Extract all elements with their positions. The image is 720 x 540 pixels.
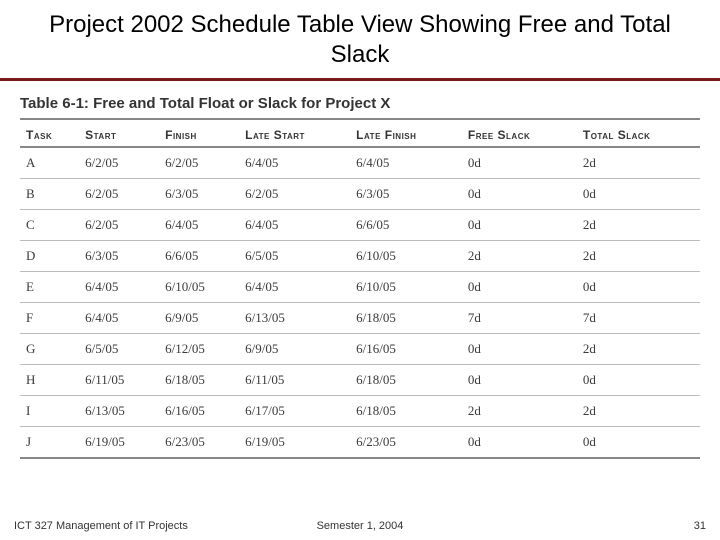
cell-task: G <box>20 334 79 365</box>
cell-start: 6/11/05 <box>79 365 159 396</box>
table-row: G6/5/056/12/056/9/056/16/050d2d <box>20 334 700 365</box>
cell-total-slack: 2d <box>577 210 700 241</box>
cell-late-finish: 6/18/05 <box>350 396 462 427</box>
table-row: I6/13/056/16/056/17/056/18/052d2d <box>20 396 700 427</box>
footer-left: ICT 327 Management of IT Projects <box>14 520 188 532</box>
table-row: E6/4/056/10/056/4/056/10/050d0d <box>20 272 700 303</box>
cell-finish: 6/3/05 <box>159 179 239 210</box>
col-late-finish: Late Finish <box>350 124 462 147</box>
cell-total-slack: 2d <box>577 241 700 272</box>
cell-late-start: 6/4/05 <box>239 210 350 241</box>
cell-task: B <box>20 179 79 210</box>
cell-free-slack: 0d <box>462 427 577 459</box>
footer-center: Semester 1, 2004 <box>317 520 404 532</box>
cell-finish: 6/18/05 <box>159 365 239 396</box>
cell-free-slack: 0d <box>462 272 577 303</box>
cell-free-slack: 0d <box>462 147 577 179</box>
cell-task: F <box>20 303 79 334</box>
cell-total-slack: 7d <box>577 303 700 334</box>
table-row: F6/4/056/9/056/13/056/18/057d7d <box>20 303 700 334</box>
cell-free-slack: 2d <box>462 396 577 427</box>
cell-late-finish: 6/4/05 <box>350 147 462 179</box>
cell-total-slack: 2d <box>577 147 700 179</box>
table-row: A6/2/056/2/056/4/056/4/050d2d <box>20 147 700 179</box>
table-caption: Table 6-1: Free and Total Float or Slack… <box>20 95 700 112</box>
col-finish: Finish <box>159 124 239 147</box>
cell-free-slack: 0d <box>462 334 577 365</box>
cell-finish: 6/16/05 <box>159 396 239 427</box>
cell-total-slack: 2d <box>577 396 700 427</box>
cell-total-slack: 0d <box>577 272 700 303</box>
cell-task: H <box>20 365 79 396</box>
slide-title: Project 2002 Schedule Table View Showing… <box>0 0 720 78</box>
cell-late-start: 6/13/05 <box>239 303 350 334</box>
cell-start: 6/13/05 <box>79 396 159 427</box>
cell-free-slack: 0d <box>462 365 577 396</box>
cell-start: 6/19/05 <box>79 427 159 459</box>
cell-task: I <box>20 396 79 427</box>
cell-total-slack: 0d <box>577 179 700 210</box>
cell-finish: 6/9/05 <box>159 303 239 334</box>
table-row: D6/3/056/6/056/5/056/10/052d2d <box>20 241 700 272</box>
cell-total-slack: 0d <box>577 365 700 396</box>
cell-start: 6/4/05 <box>79 303 159 334</box>
cell-late-finish: 6/10/05 <box>350 241 462 272</box>
cell-late-start: 6/2/05 <box>239 179 350 210</box>
table-row: J6/19/056/23/056/19/056/23/050d0d <box>20 427 700 459</box>
table-row: H6/11/056/18/056/11/056/18/050d0d <box>20 365 700 396</box>
col-start: Start <box>79 124 159 147</box>
cell-late-start: 6/17/05 <box>239 396 350 427</box>
slack-table: Task Start Finish Late Start Late Finish… <box>20 124 700 459</box>
cell-late-start: 6/11/05 <box>239 365 350 396</box>
table-row: B6/2/056/3/056/2/056/3/050d0d <box>20 179 700 210</box>
cell-total-slack: 2d <box>577 334 700 365</box>
cell-start: 6/3/05 <box>79 241 159 272</box>
cell-finish: 6/2/05 <box>159 147 239 179</box>
cell-finish: 6/23/05 <box>159 427 239 459</box>
cell-free-slack: 7d <box>462 303 577 334</box>
caption-divider <box>20 118 700 120</box>
cell-start: 6/2/05 <box>79 147 159 179</box>
cell-late-finish: 6/16/05 <box>350 334 462 365</box>
cell-free-slack: 0d <box>462 210 577 241</box>
col-total-slack: Total Slack <box>577 124 700 147</box>
slide-footer: ICT 327 Management of IT Projects Semest… <box>0 520 720 532</box>
cell-late-start: 6/9/05 <box>239 334 350 365</box>
cell-late-finish: 6/23/05 <box>350 427 462 459</box>
cell-start: 6/5/05 <box>79 334 159 365</box>
cell-late-finish: 6/18/05 <box>350 365 462 396</box>
cell-late-start: 6/5/05 <box>239 241 350 272</box>
cell-late-finish: 6/6/05 <box>350 210 462 241</box>
cell-task: C <box>20 210 79 241</box>
footer-right: 31 <box>694 520 706 532</box>
cell-start: 6/2/05 <box>79 179 159 210</box>
col-late-start: Late Start <box>239 124 350 147</box>
cell-start: 6/4/05 <box>79 272 159 303</box>
cell-finish: 6/10/05 <box>159 272 239 303</box>
cell-late-start: 6/4/05 <box>239 147 350 179</box>
cell-start: 6/2/05 <box>79 210 159 241</box>
cell-late-finish: 6/10/05 <box>350 272 462 303</box>
cell-late-start: 6/19/05 <box>239 427 350 459</box>
cell-task: J <box>20 427 79 459</box>
cell-task: D <box>20 241 79 272</box>
cell-total-slack: 0d <box>577 427 700 459</box>
cell-finish: 6/6/05 <box>159 241 239 272</box>
cell-late-finish: 6/18/05 <box>350 303 462 334</box>
cell-late-start: 6/4/05 <box>239 272 350 303</box>
table-header-row: Task Start Finish Late Start Late Finish… <box>20 124 700 147</box>
col-free-slack: Free Slack <box>462 124 577 147</box>
cell-task: E <box>20 272 79 303</box>
col-task: Task <box>20 124 79 147</box>
cell-finish: 6/4/05 <box>159 210 239 241</box>
table-container: Table 6-1: Free and Total Float or Slack… <box>0 81 720 459</box>
cell-free-slack: 2d <box>462 241 577 272</box>
table-row: C6/2/056/4/056/4/056/6/050d2d <box>20 210 700 241</box>
cell-late-finish: 6/3/05 <box>350 179 462 210</box>
cell-finish: 6/12/05 <box>159 334 239 365</box>
cell-task: A <box>20 147 79 179</box>
cell-free-slack: 0d <box>462 179 577 210</box>
